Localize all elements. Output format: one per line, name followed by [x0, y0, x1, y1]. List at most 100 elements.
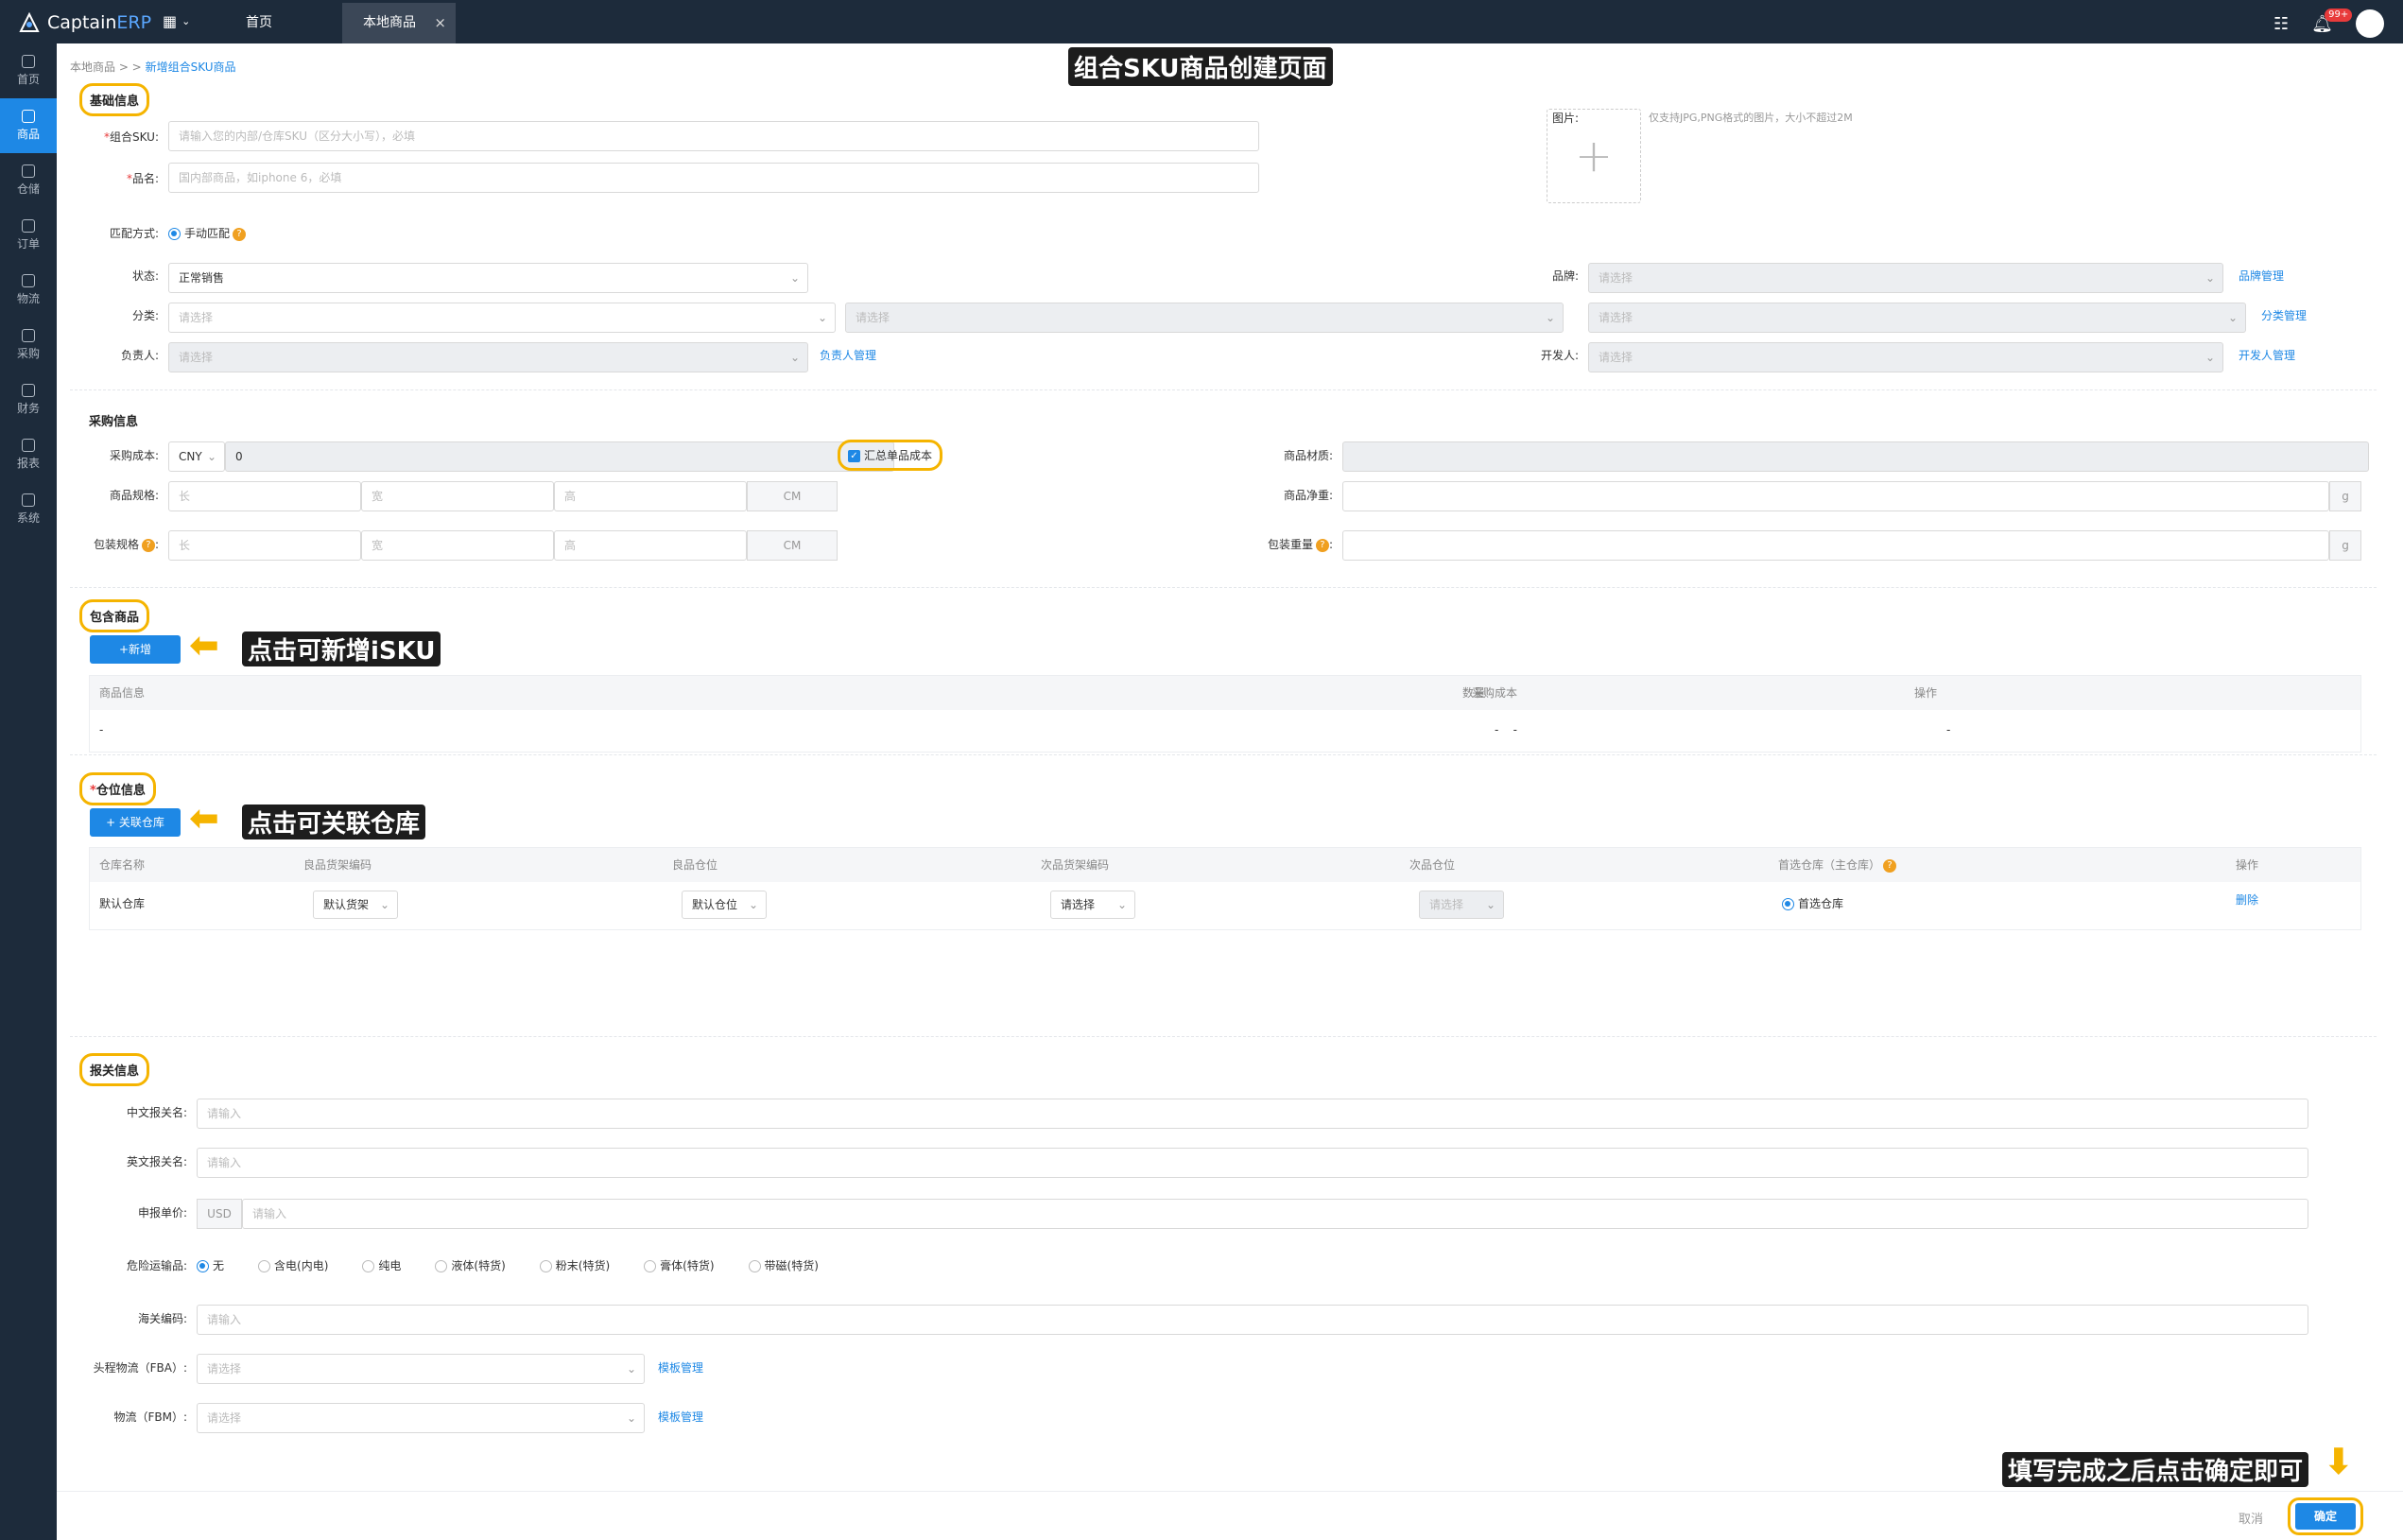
material-input[interactable]	[1342, 441, 2369, 472]
fba-select[interactable]: 请选择 ⌄	[197, 1354, 645, 1384]
brand-manage-link[interactable]: 品牌管理	[2239, 268, 2284, 284]
cost-input[interactable]: 0	[225, 441, 894, 472]
link-warehouse-button[interactable]: + 关联仓库	[90, 808, 181, 837]
help-icon[interactable]: ?	[141, 538, 155, 552]
danger-option[interactable]: 粉末(特货)	[539, 1257, 610, 1273]
pack-height[interactable]: 高	[554, 530, 747, 561]
status-select[interactable]: 正常销售 ⌄	[168, 263, 808, 293]
good-location-select[interactable]: 默认仓位 ⌄	[682, 891, 767, 919]
danger-option[interactable]: 无	[197, 1257, 224, 1273]
avatar[interactable]	[2356, 9, 2384, 38]
sidebar-item-finance[interactable]: 财务	[0, 372, 57, 427]
danger-option[interactable]: 带磁(特货)	[748, 1257, 819, 1273]
brand-select[interactable]: 请选择 ⌄	[1588, 263, 2223, 293]
fbm-select[interactable]: 请选择 ⌄	[197, 1403, 645, 1433]
col-header: 良品仓位	[672, 858, 718, 872]
table-cell: -	[1946, 723, 1951, 736]
category-select-1[interactable]: 请选择 ⌄	[168, 303, 836, 333]
sidebar-item-home[interactable]: 首页	[0, 43, 57, 98]
match-radio[interactable]: 手动匹配?	[168, 225, 247, 241]
annotation-add: 点击可新增iSKU	[242, 632, 441, 666]
help-icon[interactable]: ?	[233, 227, 247, 241]
confirm-button[interactable]: 确定	[2295, 1503, 2356, 1530]
spec-height[interactable]: 高	[554, 481, 747, 511]
help-icon[interactable]: ?	[1883, 858, 1897, 873]
sidebar-item-warehouse[interactable]: 仓储	[0, 153, 57, 208]
contains-table: 商品信息 采购成本 数量 操作 - - - -	[89, 675, 2361, 753]
main-content: 本地商品 > > 新增组合SKU商品 组合SKU商品创建页面 基础信息 *组合S…	[57, 43, 2403, 1540]
bad-shelf-select[interactable]: 请选择 ⌄	[1050, 891, 1135, 919]
bad-location-select[interactable]: 请选择 ⌄	[1419, 891, 1504, 919]
spec-width[interactable]: 宽	[361, 481, 554, 511]
sidebar-item-products[interactable]: 商品	[0, 98, 57, 153]
sidebar-item-logistics[interactable]: 物流	[0, 263, 57, 318]
chevron-down-icon: ⌄	[626, 1411, 636, 1425]
net-weight-input[interactable]	[1342, 481, 2329, 511]
owner-manage-link[interactable]: 负责人管理	[820, 347, 876, 363]
danger-option[interactable]: 膏体(特货)	[644, 1257, 715, 1273]
cancel-button[interactable]: 取消	[2239, 1509, 2263, 1527]
chevron-down-icon: ⌄	[817, 311, 827, 324]
tab-home[interactable]: 首页	[225, 3, 338, 43]
sidebar-item-reports[interactable]: 报表	[0, 427, 57, 482]
danger-option[interactable]: 纯电	[362, 1257, 401, 1273]
danger-option[interactable]: 液体(特货)	[435, 1257, 506, 1273]
divider	[70, 389, 2377, 390]
delete-link[interactable]: 删除	[2236, 891, 2258, 908]
order-icon	[22, 219, 35, 233]
table-cell: -	[99, 723, 104, 736]
match-label: 匹配方式:	[109, 227, 159, 240]
preferred-radio[interactable]: 首选仓库	[1782, 895, 1843, 911]
photo-hint: 仅支持JPG,PNG格式的图片，大小不超过2M	[1649, 112, 1853, 124]
tab-local-products[interactable]: 本地商品 ×	[342, 3, 456, 43]
en-name-label: 英文报关名:	[126, 1155, 187, 1168]
price-input[interactable]: 请输入	[242, 1199, 2308, 1229]
sidebar-item-label: 仓储	[16, 182, 40, 196]
spec-length[interactable]: 长	[168, 481, 361, 511]
col-header: 采购成本	[1471, 686, 1517, 700]
owner-placeholder: 请选择	[179, 351, 214, 364]
owner-select[interactable]: 请选择 ⌄	[168, 342, 808, 372]
danger-option[interactable]: 含电(内电)	[258, 1257, 328, 1273]
dev-manage-link[interactable]: 开发人管理	[2239, 347, 2295, 363]
breadcrumb-parent[interactable]: 本地商品 > >	[70, 61, 142, 74]
table-cell: -	[1495, 723, 1499, 736]
tab-home-label: 首页	[246, 15, 272, 30]
pack-weight-label: 包装重量?:	[1267, 538, 1333, 552]
section-location-text: 仓位信息	[95, 784, 146, 798]
category-select-3[interactable]: 请选择 ⌄	[1588, 303, 2246, 333]
dev-select[interactable]: 请选择 ⌄	[1588, 342, 2223, 372]
app-logo[interactable]: Captain ERP	[17, 10, 151, 35]
good-shelf-select[interactable]: 默认货架 ⌄	[313, 891, 398, 919]
bell-icon[interactable]: 🔔︎ 99+	[2311, 8, 2353, 34]
chevron-down-icon: ⌄	[626, 1362, 636, 1376]
currency-select[interactable]: CNY ⌄	[168, 441, 225, 472]
hs-code-input[interactable]: 请输入	[197, 1305, 2308, 1335]
add-item-button[interactable]: +新增	[90, 635, 181, 664]
chevron-down-icon: ⌄	[2227, 311, 2238, 324]
notes-icon[interactable]: ☷	[2273, 14, 2289, 34]
pack-width[interactable]: 宽	[361, 530, 554, 561]
category-manage-link[interactable]: 分类管理	[2261, 307, 2307, 323]
fbm-template-link[interactable]: 模板管理	[658, 1409, 703, 1425]
sidebar-item-label: 采购	[16, 347, 40, 360]
pack-length[interactable]: 长	[168, 530, 361, 561]
preferred-label: 首选仓库	[1798, 897, 1844, 910]
photo-upload[interactable]: +	[1547, 109, 1641, 203]
close-icon[interactable]: ×	[434, 3, 446, 43]
sidebar-item-system[interactable]: 系统	[0, 482, 57, 537]
category-select-2[interactable]: 请选择 ⌄	[845, 303, 1564, 333]
sum-cost-checkbox[interactable]: ✓ 汇总单品成本	[838, 440, 943, 471]
pack-weight-input[interactable]	[1342, 530, 2329, 561]
sku-input[interactable]: 请输入您的内部/仓库SKU（区分大小写），必填	[168, 121, 1259, 151]
sidebar-item-purchase[interactable]: 采购	[0, 318, 57, 372]
en-name-input[interactable]: 请输入	[197, 1148, 2308, 1178]
chevron-down-icon: ⌄	[2204, 271, 2215, 285]
cn-name-input[interactable]: 请输入	[197, 1099, 2308, 1129]
help-icon[interactable]: ?	[1315, 538, 1329, 552]
name-input[interactable]: 国内部商品，如iphone 6，必填	[168, 163, 1259, 193]
app-switcher[interactable]: ▦ ⌄	[163, 12, 190, 30]
fba-template-link[interactable]: 模板管理	[658, 1359, 703, 1376]
sidebar-item-orders[interactable]: 订单	[0, 208, 57, 263]
home-icon	[22, 55, 35, 68]
